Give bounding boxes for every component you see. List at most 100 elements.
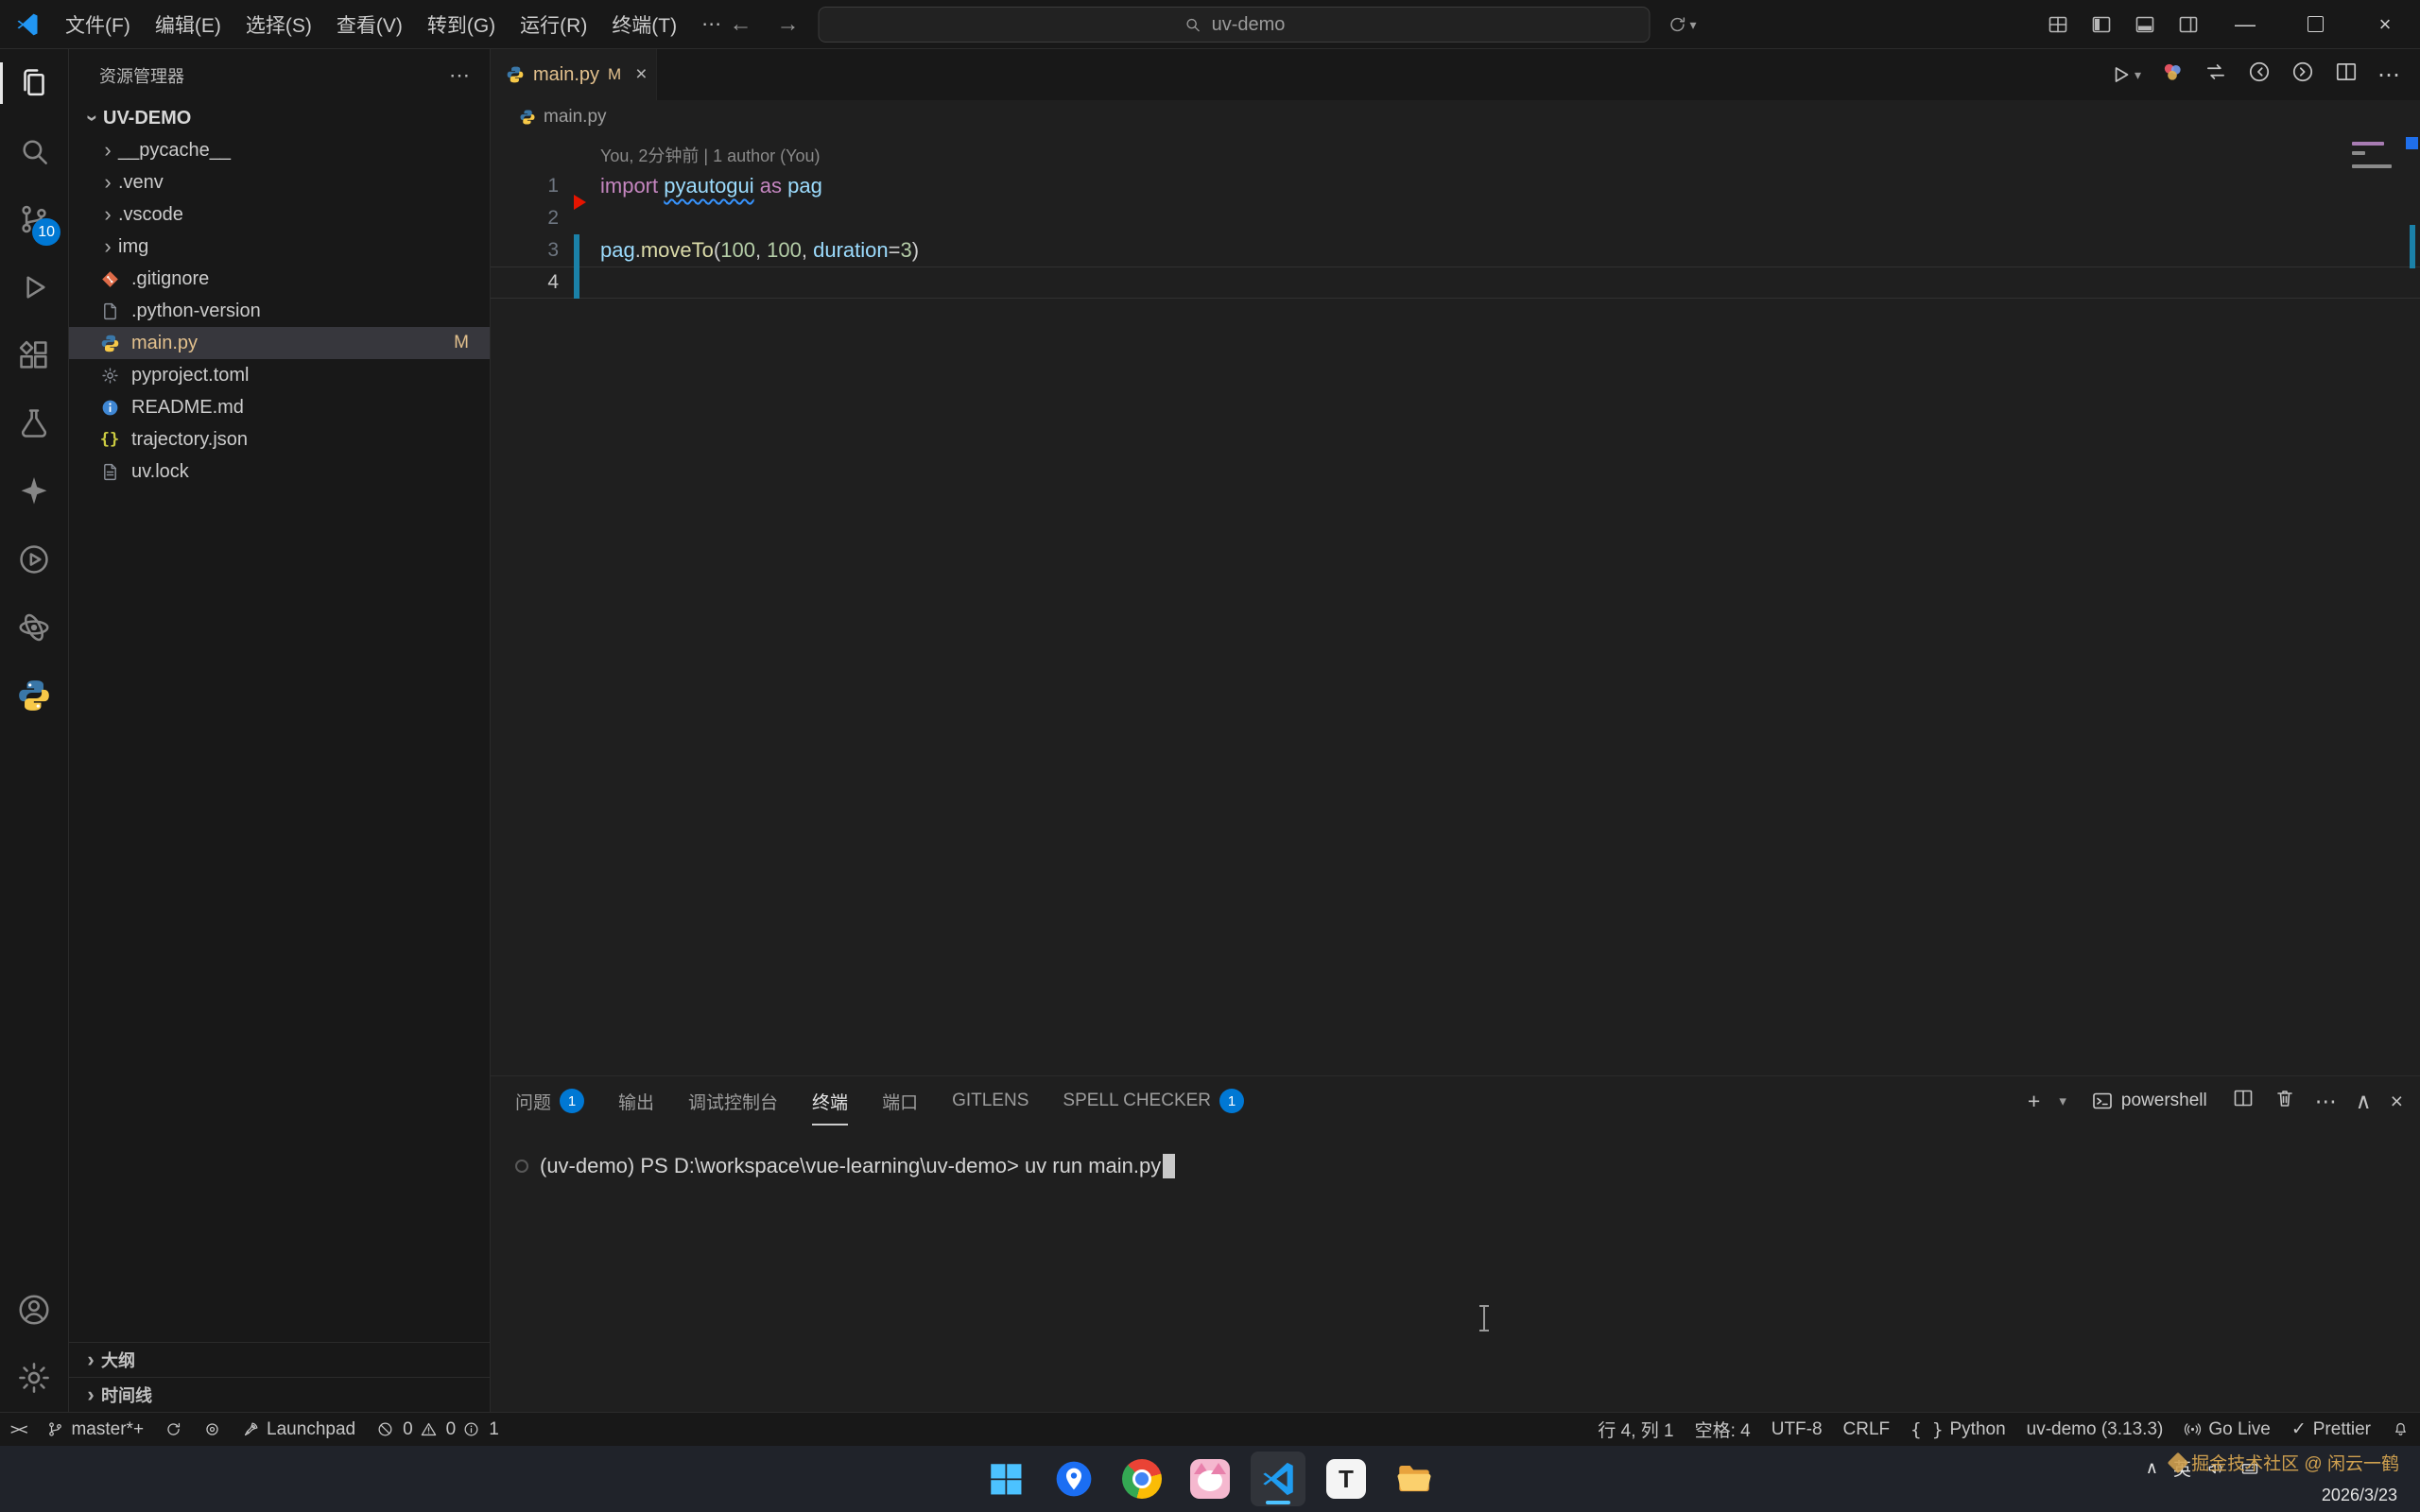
- indentation-item[interactable]: 空格: 4: [1685, 1413, 1761, 1446]
- command-decoration-icon[interactable]: [515, 1160, 528, 1173]
- typora-button[interactable]: T: [1319, 1452, 1374, 1506]
- activity-testing-icon[interactable]: [0, 389, 68, 457]
- customize-layout-icon[interactable]: [2036, 0, 2080, 49]
- outline-section[interactable]: › 大纲: [69, 1342, 490, 1377]
- chrome-button[interactable]: [1115, 1452, 1169, 1506]
- tree-item-venv[interactable]: › .venv: [69, 166, 490, 198]
- activity-python-icon[interactable]: [0, 662, 68, 730]
- panel-tab-problems[interactable]: 问题 1: [515, 1076, 584, 1125]
- menu-terminal[interactable]: 终端(T): [599, 5, 689, 44]
- settings-gear-icon[interactable]: [0, 1344, 68, 1412]
- command-center-search[interactable]: uv-demo: [818, 7, 1650, 43]
- go-forward-circle-icon[interactable]: [2290, 60, 2315, 90]
- menu-run[interactable]: 运行(R): [508, 5, 599, 44]
- remote-indicator[interactable]: ><: [0, 1413, 36, 1446]
- activity-run-circle-icon[interactable]: [0, 525, 68, 593]
- code-line[interactable]: 2: [491, 202, 2420, 234]
- panel-tab-gitlens[interactable]: GITLENS: [952, 1076, 1028, 1125]
- codelens[interactable]: You, 2分钟前 | 1 author (You): [491, 142, 2420, 170]
- maximize-button[interactable]: [2280, 0, 2350, 49]
- activity-extensions-icon[interactable]: [0, 321, 68, 389]
- eol-item[interactable]: CRLF: [1833, 1413, 1901, 1446]
- explorer-more-actions-icon[interactable]: ⋯: [449, 63, 471, 88]
- close-button[interactable]: ×: [2350, 0, 2420, 49]
- tree-item-vscode[interactable]: › .vscode: [69, 198, 490, 231]
- toggle-secondary-sidebar-icon[interactable]: [2167, 0, 2210, 49]
- panel-tab-spell-checker[interactable]: SPELL CHECKER 1: [1063, 1076, 1244, 1125]
- activity-run-debug-icon[interactable]: [0, 253, 68, 321]
- status-extension-icon[interactable]: [193, 1413, 232, 1446]
- panel-tab-terminal[interactable]: 终端: [812, 1076, 848, 1125]
- go-back-icon[interactable]: ←: [723, 11, 757, 38]
- minimize-button[interactable]: —: [2210, 0, 2280, 49]
- kill-terminal-icon[interactable]: [2273, 1087, 2296, 1115]
- panel-tab-ports[interactable]: 端口: [882, 1076, 918, 1125]
- open-changes-icon[interactable]: [2204, 60, 2228, 90]
- tree-item-pyproject-toml[interactable]: pyproject.toml: [69, 359, 490, 391]
- new-terminal-icon[interactable]: +: [2028, 1089, 2040, 1114]
- panel-tab-output[interactable]: 输出: [618, 1076, 654, 1125]
- toggle-sidebar-icon[interactable]: [2080, 0, 2123, 49]
- cat-app-button[interactable]: [1183, 1452, 1237, 1506]
- menu-selection[interactable]: 选择(S): [233, 5, 324, 44]
- terminal[interactable]: (uv-demo) PS D:\workspace\vue-learning\u…: [491, 1125, 2420, 1412]
- windows-start-button[interactable]: [978, 1452, 1033, 1506]
- tree-item-gitignore[interactable]: .gitignore: [69, 263, 490, 295]
- git-sync-item[interactable]: [154, 1413, 193, 1446]
- minimap[interactable]: [2352, 142, 2397, 174]
- language-mode-item[interactable]: { } Python: [1900, 1413, 2015, 1446]
- keyboard-icon[interactable]: [2240, 1459, 2259, 1478]
- hidden-icons-chevron-icon[interactable]: ∧: [2146, 1458, 2158, 1478]
- problems-item[interactable]: 0 0 1: [366, 1413, 510, 1446]
- maps-app-button[interactable]: [1046, 1452, 1101, 1506]
- go-live-item[interactable]: Go Live: [2173, 1413, 2280, 1446]
- activity-sparkle-extension-icon[interactable]: [0, 457, 68, 525]
- git-branch-item[interactable]: master*+: [36, 1413, 154, 1446]
- split-editor-icon[interactable]: [2334, 60, 2359, 90]
- terminal-shell-item[interactable]: powershell: [2091, 1090, 2207, 1112]
- notifications-item[interactable]: [2381, 1413, 2420, 1446]
- prettier-item[interactable]: ✓ Prettier: [2281, 1413, 2381, 1446]
- toggle-panel-icon[interactable]: [2123, 0, 2167, 49]
- tab-close-icon[interactable]: ×: [631, 61, 650, 88]
- menu-view[interactable]: 查看(V): [324, 5, 415, 44]
- menu-edit[interactable]: 编辑(E): [143, 5, 233, 44]
- tab-main-py[interactable]: main.py M ×: [491, 49, 657, 100]
- go-forward-icon[interactable]: →: [770, 11, 804, 38]
- breadcrumbs[interactable]: main.py: [491, 100, 2420, 134]
- vscode-taskbar-button[interactable]: [1251, 1452, 1305, 1506]
- activity-source-control-icon[interactable]: 10: [0, 185, 68, 253]
- panel-more-actions-icon[interactable]: ⋯: [2315, 1089, 2337, 1114]
- tree-item-img[interactable]: › img: [69, 231, 490, 263]
- tree-item-pycache[interactable]: › __pycache__: [69, 134, 490, 166]
- account-icon[interactable]: [0, 1276, 68, 1344]
- run-python-file-button[interactable]: ▾: [2109, 62, 2141, 87]
- task-runner-icon[interactable]: ▾: [1667, 14, 1696, 35]
- breadcrumb-item[interactable]: main.py: [544, 107, 607, 128]
- volume-icon[interactable]: [2206, 1459, 2225, 1478]
- code-line[interactable]: 4: [491, 266, 2420, 299]
- activity-search-icon[interactable]: [0, 117, 68, 185]
- tree-item-uv-lock[interactable]: uv.lock: [69, 455, 490, 488]
- maximize-panel-icon[interactable]: ∧: [2356, 1089, 2372, 1114]
- taskbar-clock[interactable]: 2026/3/23: [2322, 1486, 2397, 1505]
- panel-tab-debug-console[interactable]: 调试控制台: [688, 1076, 778, 1125]
- activity-jupyter-icon[interactable]: [0, 593, 68, 662]
- more-actions-icon[interactable]: ⋯: [2377, 61, 2401, 89]
- timeline-section[interactable]: › 时间线: [69, 1377, 490, 1412]
- ime-indicator[interactable]: 英: [2173, 1455, 2191, 1481]
- extension-action-icon[interactable]: [2160, 60, 2185, 90]
- menu-go[interactable]: 转到(G): [415, 5, 508, 44]
- tree-item-project-root[interactable]: › UV-DEMO: [69, 102, 490, 134]
- split-terminal-icon[interactable]: [2232, 1087, 2255, 1115]
- go-back-circle-icon[interactable]: [2247, 60, 2272, 90]
- code-line[interactable]: 1import pyautogui as pag: [491, 170, 2420, 202]
- python-env-item[interactable]: uv-demo (3.13.3): [2016, 1413, 2174, 1446]
- tree-item-readme[interactable]: README.md: [69, 391, 490, 423]
- encoding-item[interactable]: UTF-8: [1761, 1413, 1833, 1446]
- close-panel-icon[interactable]: ×: [2391, 1089, 2403, 1114]
- tree-item-trajectory-json[interactable]: {} trajectory.json: [69, 423, 490, 455]
- code-editor[interactable]: You, 2分钟前 | 1 author (You) 1import pyaut…: [491, 134, 2420, 1075]
- code-line[interactable]: 3pag.moveTo(100, 100, duration=3): [491, 234, 2420, 266]
- menu-file[interactable]: 文件(F): [53, 5, 143, 44]
